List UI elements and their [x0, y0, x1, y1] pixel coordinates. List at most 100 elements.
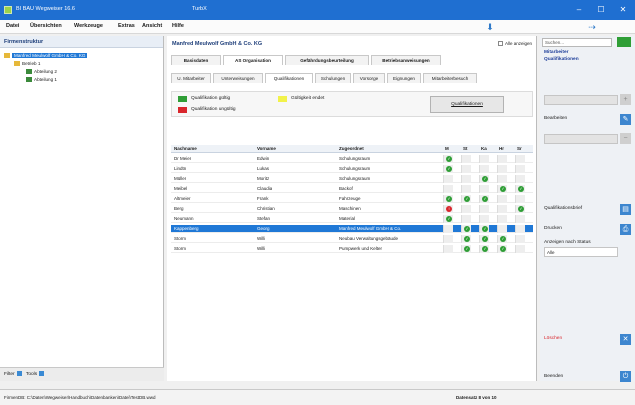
tab-as-organisation[interactable]: AS Organisation	[223, 55, 283, 65]
link-mitarbeiter[interactable]: Mitarbeiter	[544, 50, 569, 55]
qualification-cell[interactable]: ✓	[497, 185, 507, 193]
column-header[interactable]: St	[463, 145, 468, 153]
qualification-cell[interactable]: ✓	[497, 245, 507, 253]
qualification-cell[interactable]	[515, 165, 525, 173]
qualification-cell[interactable]	[479, 165, 489, 173]
search-icon[interactable]	[617, 37, 631, 47]
table-row[interactable]: Dr Meier Edwin Schulungsraum ✓	[171, 155, 533, 163]
table-row[interactable]: Müller Moritz Schulungsraum ✓	[171, 175, 533, 183]
menu-hilfe[interactable]: Hilfe	[172, 23, 184, 29]
subtab-mitarbeiter[interactable]: U. Mitarbeiter	[171, 73, 211, 83]
menu-werkzeuge[interactable]: Werkzeuge	[74, 23, 103, 29]
qualification-cell[interactable]: ✓	[515, 205, 525, 213]
qualification-cell[interactable]	[443, 225, 453, 233]
help-icon[interactable]: ⬇	[484, 21, 496, 33]
tree-item-company[interactable]: Manfred Meulwolf GmbH & Co. KG	[4, 52, 88, 59]
column-header[interactable]: Vorname	[257, 145, 276, 153]
qualification-cell[interactable]	[497, 215, 507, 223]
qualification-cell[interactable]	[497, 165, 507, 173]
qualification-cell[interactable]: ✓	[461, 235, 471, 243]
qualification-cell[interactable]: ✓	[443, 195, 453, 203]
subtab-mitarbeiterbesuch[interactable]: Mitarbeiterbesuch	[423, 73, 477, 83]
column-header[interactable]: Zugeordnet	[339, 145, 364, 153]
menu-ansicht[interactable]: Ansicht	[142, 23, 162, 29]
table-row[interactable]: Neumann Stefan Material ✓	[171, 215, 533, 223]
signpost-icon[interactable]: ⇢	[586, 21, 598, 33]
table-row[interactable]: Kappenberg Georg Manfred Meulwolf GmbH & C…	[171, 225, 533, 233]
subtab-schulungen[interactable]: Schulungen	[315, 73, 351, 83]
qualifikationen-button[interactable]: Qualifikationen	[430, 96, 504, 113]
show-all-toggle[interactable]: Alle anzeigen	[497, 41, 532, 46]
qualification-cell[interactable]: ✓	[443, 155, 453, 163]
table-row[interactable]: Meibel Claudia Backof ✓ ✓	[171, 185, 533, 193]
qualification-cell[interactable]: ✓	[443, 215, 453, 223]
subtab-unterweisungen[interactable]: Unterweisungen	[213, 73, 263, 83]
maximize-icon[interactable]: ☐	[594, 4, 608, 16]
qualification-cell[interactable]	[443, 175, 453, 183]
qualification-cell[interactable]: ✓	[479, 175, 489, 183]
column-header[interactable]: M	[445, 145, 449, 153]
column-header[interactable]: Nachname	[174, 145, 197, 153]
show-all-checkbox[interactable]	[497, 41, 503, 46]
search-input[interactable]: Suchen...	[542, 38, 612, 47]
qualification-cell[interactable]	[497, 225, 507, 233]
close-icon[interactable]: ✕	[616, 4, 630, 16]
qualification-cell[interactable]	[479, 185, 489, 193]
qualification-cell[interactable]	[497, 175, 507, 183]
qualification-cell[interactable]	[515, 155, 525, 163]
column-header[interactable]: Hr	[499, 145, 504, 153]
qualification-cell[interactable]	[515, 245, 525, 253]
table-row[interactable]: Storm Willi Pumpwerk und Kelter ✓ ✓ ✓	[171, 245, 533, 253]
qualification-cell[interactable]	[461, 185, 471, 193]
qualification-cell[interactable]: ✓	[515, 185, 525, 193]
menu-uebersichten[interactable]: Übersichten	[30, 23, 62, 29]
qualification-cell[interactable]	[479, 215, 489, 223]
table-row[interactable]: Berg Christian Maschinen! ✓	[171, 205, 533, 213]
menu-extras[interactable]: Extras	[118, 23, 135, 29]
qualification-cell[interactable]	[515, 195, 525, 203]
qualification-cell[interactable]: ✓	[479, 235, 489, 243]
qualification-cell[interactable]	[461, 165, 471, 173]
qualification-cell[interactable]	[461, 175, 471, 183]
filter-checkbox[interactable]	[16, 371, 22, 376]
table-row[interactable]: Storm Willi Neubau Verwaltungsgebäude ✓ ✓ ✓	[171, 235, 533, 243]
link-qualifikationen[interactable]: Qualifikationen	[544, 57, 579, 62]
qualification-cell[interactable]	[515, 215, 525, 223]
tab-betriebsanweisungen[interactable]: Betriebsanweisungen	[371, 55, 441, 65]
qualification-cell[interactable]: !	[443, 205, 453, 213]
subtab-eignungen[interactable]: Eignungen	[387, 73, 421, 83]
menu-datei[interactable]: Datei	[6, 23, 19, 29]
edit-button[interactable]: ✎	[620, 114, 631, 125]
qualification-cell[interactable]: ✓	[479, 245, 489, 253]
qualification-cell[interactable]: ✓	[461, 225, 471, 233]
minimize-icon[interactable]: –	[572, 4, 586, 16]
subtab-vorsorge[interactable]: Vorsorge	[353, 73, 385, 83]
column-header[interactable]: Ka	[481, 145, 487, 153]
qualification-letter-button[interactable]: ▤	[620, 204, 631, 215]
qualification-cell[interactable]	[479, 205, 489, 213]
qualification-cell[interactable]	[515, 175, 525, 183]
table-row[interactable]: Lindtn Lukas Schulungsraum ✓	[171, 165, 533, 173]
qualification-cell[interactable]	[497, 195, 507, 203]
qualification-cell[interactable]: ✓	[443, 165, 453, 173]
qualification-cell[interactable]	[443, 245, 453, 253]
qualification-cell[interactable]	[515, 225, 525, 233]
tab-gefaehrdungsbeurteilung[interactable]: Gefährdungsbeurteilung	[285, 55, 369, 65]
column-header[interactable]: Sr	[517, 145, 522, 153]
qualification-cell[interactable]	[479, 155, 489, 163]
qualification-cell[interactable]: ✓	[461, 245, 471, 253]
qualification-cell[interactable]: ✓	[497, 235, 507, 243]
print-button[interactable]: ⎙	[620, 224, 631, 235]
tools-checkbox[interactable]	[39, 371, 45, 376]
tab-basisdaten[interactable]: Basisdaten	[171, 55, 221, 65]
table-row[interactable]: Altmeier Frank Fahrzeuge ✓ ✓ ✓	[171, 195, 533, 203]
qualification-cell[interactable]	[443, 235, 453, 243]
qualification-cell[interactable]: ✓	[479, 225, 489, 233]
qualification-cell[interactable]	[497, 155, 507, 163]
qualification-cell[interactable]: ✓	[461, 195, 471, 203]
qualification-cell[interactable]	[515, 235, 525, 243]
qualification-cell[interactable]: ✓	[479, 195, 489, 203]
delete-button[interactable]: ✕	[620, 334, 631, 345]
close-button[interactable]: ⏻	[620, 371, 631, 382]
tree-item-abteilung-2[interactable]: Abteilung 2	[26, 68, 57, 75]
